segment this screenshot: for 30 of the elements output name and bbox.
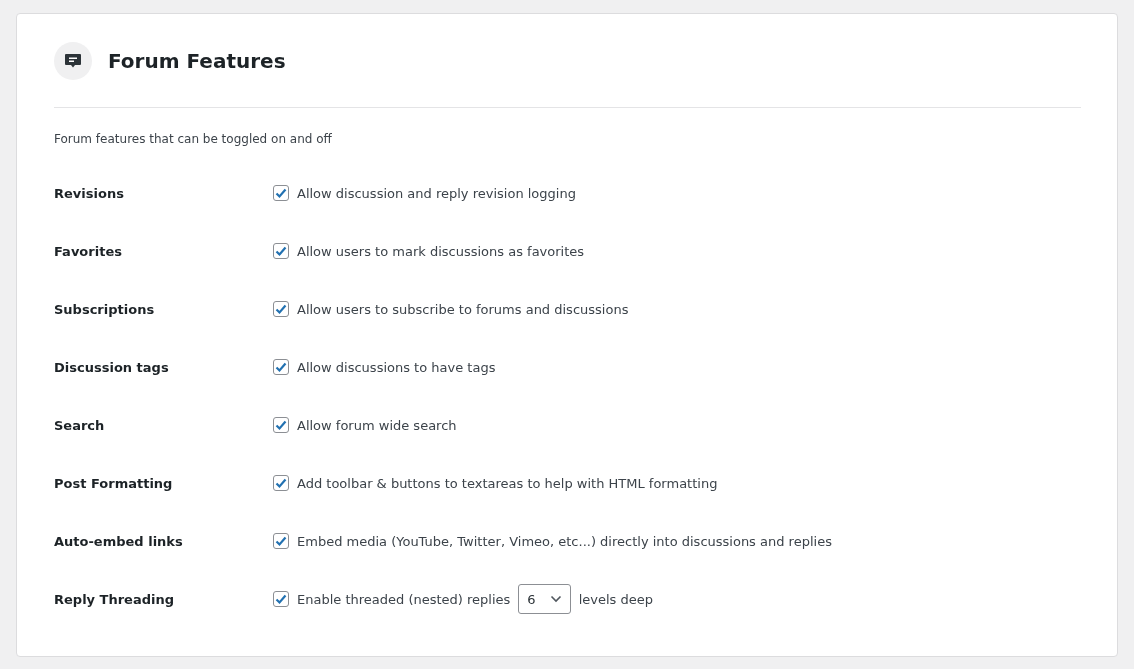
setting-label: Search (54, 417, 106, 433)
setting-description: Embed media (YouTube, Twitter, Vimeo, etc...) directly into discussions and replies (297, 533, 832, 549)
panel-description: Forum features that can be toggled on and off (54, 132, 333, 146)
setting-description: Allow users to mark discussions as favorites (297, 243, 585, 259)
checkbox[interactable] (273, 417, 289, 433)
chevron-icon (549, 595, 562, 603)
setting-label: Post Formatting (54, 475, 174, 491)
setting-label: Reply Threading (54, 591, 176, 607)
panel-title: Forum Features (108, 49, 286, 73)
setting-label: Favorites (54, 243, 123, 259)
checkbox[interactable] (273, 475, 289, 491)
checkbox[interactable] (273, 243, 289, 259)
checkbox[interactable] (273, 359, 289, 375)
setting-description: Enable threaded (nested) replies (297, 591, 511, 607)
setting-suffix: levels deep (578, 591, 653, 607)
checkbox[interactable] (273, 301, 289, 317)
setting-label: Discussion tags (54, 359, 170, 375)
levels-select[interactable]: 6 (518, 584, 571, 614)
setting-label: Subscriptions (54, 301, 156, 317)
setting-label: Auto-embed links (54, 533, 184, 549)
setting-description: Allow discussions to have tags (297, 359, 496, 375)
checkbox[interactable] (273, 591, 289, 607)
chat-bubble-icon (54, 42, 92, 80)
checkbox[interactable] (273, 533, 289, 549)
setting-label: Revisions (54, 185, 125, 201)
setting-description: Allow users to subscribe to forums and discussions (297, 301, 629, 317)
setting-description: Allow discussion and reply revision logging (297, 185, 576, 201)
checkbox[interactable] (273, 185, 289, 201)
setting-description: Add toolbar & buttons to textareas to help with HTML formatting (297, 475, 718, 491)
setting-description: Allow forum wide search (297, 417, 457, 433)
